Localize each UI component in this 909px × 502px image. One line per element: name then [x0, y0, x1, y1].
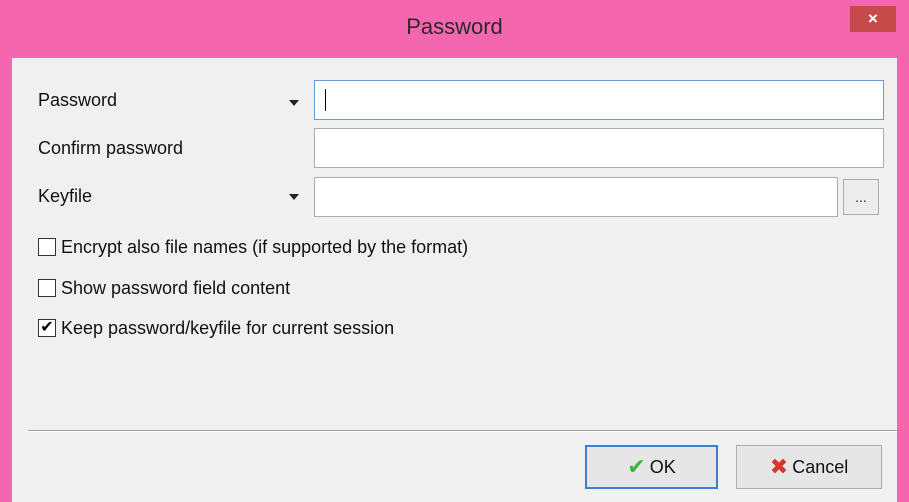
- confirm-password-input[interactable]: [314, 128, 884, 168]
- keep-password-option[interactable]: ✔ Keep password/keyfile for current sess…: [38, 315, 394, 341]
- confirm-password-label: Confirm password: [38, 138, 184, 158]
- encrypt-file-names-label: Encrypt also file names (if supported by…: [61, 236, 469, 257]
- checkmark-icon: ✔: [40, 319, 54, 336]
- cancel-button[interactable]: ✖ Cancel: [736, 445, 882, 489]
- show-password-option[interactable]: Show password field content: [38, 275, 290, 301]
- browse-keyfile-button[interactable]: ...: [843, 179, 879, 215]
- encrypt-file-names-option[interactable]: Encrypt also file names (if supported by…: [38, 234, 468, 260]
- keyfile-label: Keyfile: [38, 186, 93, 206]
- title-bar[interactable]: Password ×: [0, 0, 909, 58]
- keep-password-checkbox[interactable]: ✔: [38, 319, 56, 337]
- x-icon: ✖: [769, 454, 789, 479]
- dialog-body: Password Confirm password Keyfile ... En…: [12, 58, 897, 502]
- keyfile-input[interactable]: [314, 177, 838, 217]
- window-title: Password: [406, 14, 503, 39]
- close-button[interactable]: ×: [850, 6, 896, 32]
- show-password-label: Show password field content: [61, 277, 291, 298]
- keep-password-label: Keep password/keyfile for current sessio…: [61, 317, 395, 338]
- ok-label: OK: [649, 456, 676, 477]
- cancel-label: Cancel: [792, 456, 849, 477]
- password-label: Password: [38, 90, 118, 110]
- password-dialog: Password × Password Confirm password Key…: [0, 0, 909, 502]
- show-password-checkbox[interactable]: [38, 279, 56, 297]
- keyfile-history-dropdown-icon[interactable]: [289, 194, 299, 200]
- password-input[interactable]: [314, 80, 884, 120]
- ok-button[interactable]: ✔ OK: [585, 445, 718, 489]
- encrypt-file-names-checkbox[interactable]: [38, 238, 56, 256]
- close-icon: ×: [868, 9, 878, 28]
- separator: [28, 430, 897, 431]
- password-history-dropdown-icon[interactable]: [289, 100, 299, 106]
- check-icon: ✔: [627, 454, 646, 479]
- text-caret: [325, 89, 326, 111]
